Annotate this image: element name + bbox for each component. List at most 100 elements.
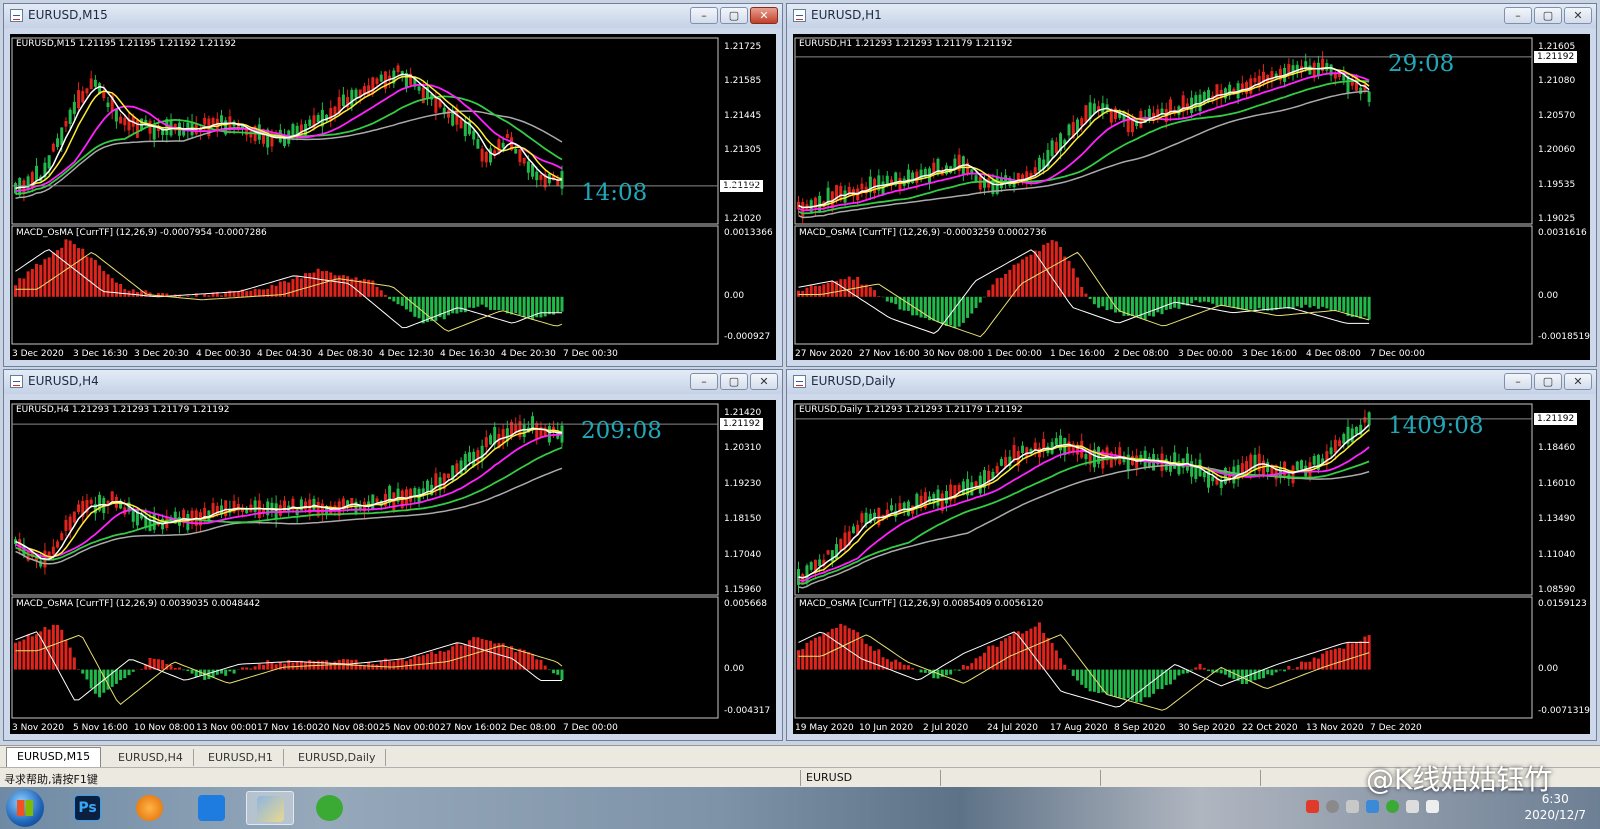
title-bar[interactable]: EURUSD,M15 – ▢ ✕ bbox=[4, 4, 782, 28]
title-bar[interactable]: EURUSD,Daily – ▢ ✕ bbox=[787, 370, 1596, 394]
macd-histogram-bar bbox=[245, 667, 249, 670]
price-axis-tick: 1.15960 bbox=[724, 585, 762, 595]
candle bbox=[1147, 108, 1151, 119]
start-button[interactable] bbox=[6, 789, 44, 827]
minimize-button[interactable]: – bbox=[1504, 7, 1532, 24]
candle bbox=[81, 91, 85, 103]
macd-histogram-bar bbox=[354, 659, 358, 670]
macd-histogram-bar bbox=[30, 636, 34, 670]
macd-histogram-bar bbox=[89, 257, 93, 297]
chart-area[interactable]: EURUSD,H1 1.21293 1.21293 1.21179 1.2119… bbox=[793, 34, 1590, 360]
chart-info-line: EURUSD,H4 1.21293 1.21293 1.21179 1.2119… bbox=[16, 405, 230, 415]
chart-window-daily[interactable]: EURUSD,Daily – ▢ ✕ EURUSD,Daily 1.21293 1.21… bbox=[786, 369, 1597, 741]
macd-histogram-bar bbox=[442, 296, 446, 320]
macd-histogram-bar bbox=[409, 659, 413, 670]
macd-histogram-bar bbox=[207, 295, 211, 297]
chart-window-m15[interactable]: EURUSD,M15 – ▢ ✕ EURUSD,M15 1.21195 1.21195 … bbox=[3, 3, 783, 367]
macd-histogram-bar bbox=[421, 655, 425, 670]
macd-histogram-bar bbox=[906, 665, 910, 670]
countdown-timer: 14:08 bbox=[581, 180, 648, 206]
macd-histogram-bar bbox=[543, 665, 547, 670]
close-button[interactable]: ✕ bbox=[750, 7, 778, 24]
macd-histogram-bar bbox=[421, 296, 425, 324]
tab-eurusd-m15[interactable]: EURUSD,M15 bbox=[6, 747, 102, 768]
app-taskbar-button[interactable] bbox=[126, 791, 174, 825]
minimize-button[interactable]: – bbox=[690, 7, 718, 24]
macd-histogram-bar bbox=[14, 285, 17, 297]
macd-histogram-bar bbox=[308, 660, 312, 670]
candle bbox=[47, 155, 51, 169]
app-taskbar-button[interactable] bbox=[188, 791, 236, 825]
macd-histogram-bar bbox=[455, 642, 459, 670]
macd-histogram-bar bbox=[505, 296, 509, 314]
price-axis-tick: 1.19025 bbox=[1538, 214, 1576, 224]
minimize-button[interactable]: – bbox=[690, 373, 718, 390]
metatrader-taskbar-button[interactable] bbox=[246, 791, 294, 825]
macd-histogram-bar bbox=[266, 660, 270, 670]
price-axis-tick: 1.21305 bbox=[724, 145, 762, 155]
maximize-button[interactable]: ▢ bbox=[1534, 7, 1562, 24]
macd-histogram-bar bbox=[1333, 648, 1337, 670]
maximize-button[interactable]: ▢ bbox=[1534, 373, 1562, 390]
time-axis-tick: 24 Jul 2020 bbox=[987, 723, 1038, 733]
candle bbox=[489, 435, 493, 445]
tab-eurusd-h1[interactable]: EURUSD,H1 bbox=[198, 749, 284, 766]
help-tray-icon[interactable] bbox=[1326, 800, 1339, 813]
shield-tray-icon[interactable] bbox=[1366, 800, 1379, 813]
chart-window-h4[interactable]: EURUSD,H4 – ▢ ✕ EURUSD,H4 1.21293 1.21293 1.… bbox=[3, 369, 783, 741]
macd-histogram-bar bbox=[245, 291, 249, 297]
macd-histogram-bar bbox=[864, 643, 868, 670]
macd-histogram-bar bbox=[1346, 296, 1350, 316]
tray-icon[interactable] bbox=[1306, 800, 1319, 813]
time-axis-tick: 13 Nov 2020 bbox=[1306, 723, 1364, 733]
macd-histogram-bar bbox=[119, 283, 123, 297]
close-button[interactable]: ✕ bbox=[750, 373, 778, 390]
macd-histogram-bar bbox=[1152, 296, 1156, 317]
macd-histogram-bar bbox=[106, 274, 110, 297]
macd-histogram-bar bbox=[1097, 669, 1101, 694]
macd-histogram-bar bbox=[173, 667, 177, 670]
candle bbox=[89, 78, 93, 90]
macd-histogram-bar bbox=[944, 669, 948, 676]
chart-area[interactable]: EURUSD,H4 1.21293 1.21293 1.21179 1.2119… bbox=[10, 400, 776, 734]
maximize-button[interactable]: ▢ bbox=[720, 373, 748, 390]
wechat-tray-icon[interactable] bbox=[1386, 800, 1399, 813]
minimize-button[interactable]: – bbox=[1504, 373, 1532, 390]
network-tray-icon[interactable] bbox=[1406, 800, 1419, 813]
title-bar[interactable]: EURUSD,H1 – ▢ ✕ bbox=[787, 4, 1596, 28]
macd-histogram-bar bbox=[22, 639, 26, 670]
macd-histogram-bar bbox=[1253, 296, 1257, 312]
tray-icon[interactable] bbox=[1346, 800, 1359, 813]
tab-eurusd-h4[interactable]: EURUSD,H4 bbox=[108, 749, 194, 766]
macd-histogram-bar bbox=[1105, 296, 1109, 311]
macd-histogram-bar bbox=[1046, 637, 1050, 670]
volume-tray-icon[interactable] bbox=[1426, 800, 1439, 813]
photoshop-taskbar-button[interactable]: Ps bbox=[64, 791, 112, 825]
tab-eurusd-daily[interactable]: EURUSD,Daily bbox=[288, 749, 387, 766]
chart-area[interactable]: EURUSD,M15 1.21195 1.21195 1.21192 1.211… bbox=[10, 34, 776, 360]
chart-window-h1[interactable]: EURUSD,H1 – ▢ ✕ EURUSD,H1 1.21293 1.21293 1.… bbox=[786, 3, 1597, 367]
candle bbox=[518, 149, 522, 162]
macd-histogram-bar bbox=[476, 296, 480, 307]
chart-area[interactable]: EURUSD,Daily 1.21293 1.21293 1.21179 1.2… bbox=[793, 400, 1590, 734]
macd-histogram-bar bbox=[1029, 628, 1033, 670]
macd-histogram-bar bbox=[77, 669, 81, 670]
macd-histogram-bar bbox=[1283, 669, 1287, 672]
macd-histogram-bar bbox=[556, 296, 560, 313]
macd-histogram-bar bbox=[253, 666, 257, 670]
watermark: @K线姑姑钰竹 bbox=[1366, 763, 1553, 796]
close-button[interactable]: ✕ bbox=[1564, 7, 1592, 24]
maximize-button[interactable]: ▢ bbox=[720, 7, 748, 24]
candle bbox=[1249, 78, 1253, 94]
candle bbox=[308, 119, 312, 126]
wechat-taskbar-button[interactable] bbox=[306, 791, 354, 825]
moving-average-line bbox=[798, 464, 1370, 589]
macd-axis-tick: -0.000927 bbox=[724, 332, 771, 342]
current-price-label: 1.21192 bbox=[720, 418, 764, 430]
candle bbox=[535, 171, 539, 181]
macd-histogram-bar bbox=[253, 288, 257, 297]
macd-histogram-bar bbox=[1105, 669, 1109, 695]
candle bbox=[68, 516, 72, 531]
title-bar[interactable]: EURUSD,H4 – ▢ ✕ bbox=[4, 370, 782, 394]
close-button[interactable]: ✕ bbox=[1564, 373, 1592, 390]
